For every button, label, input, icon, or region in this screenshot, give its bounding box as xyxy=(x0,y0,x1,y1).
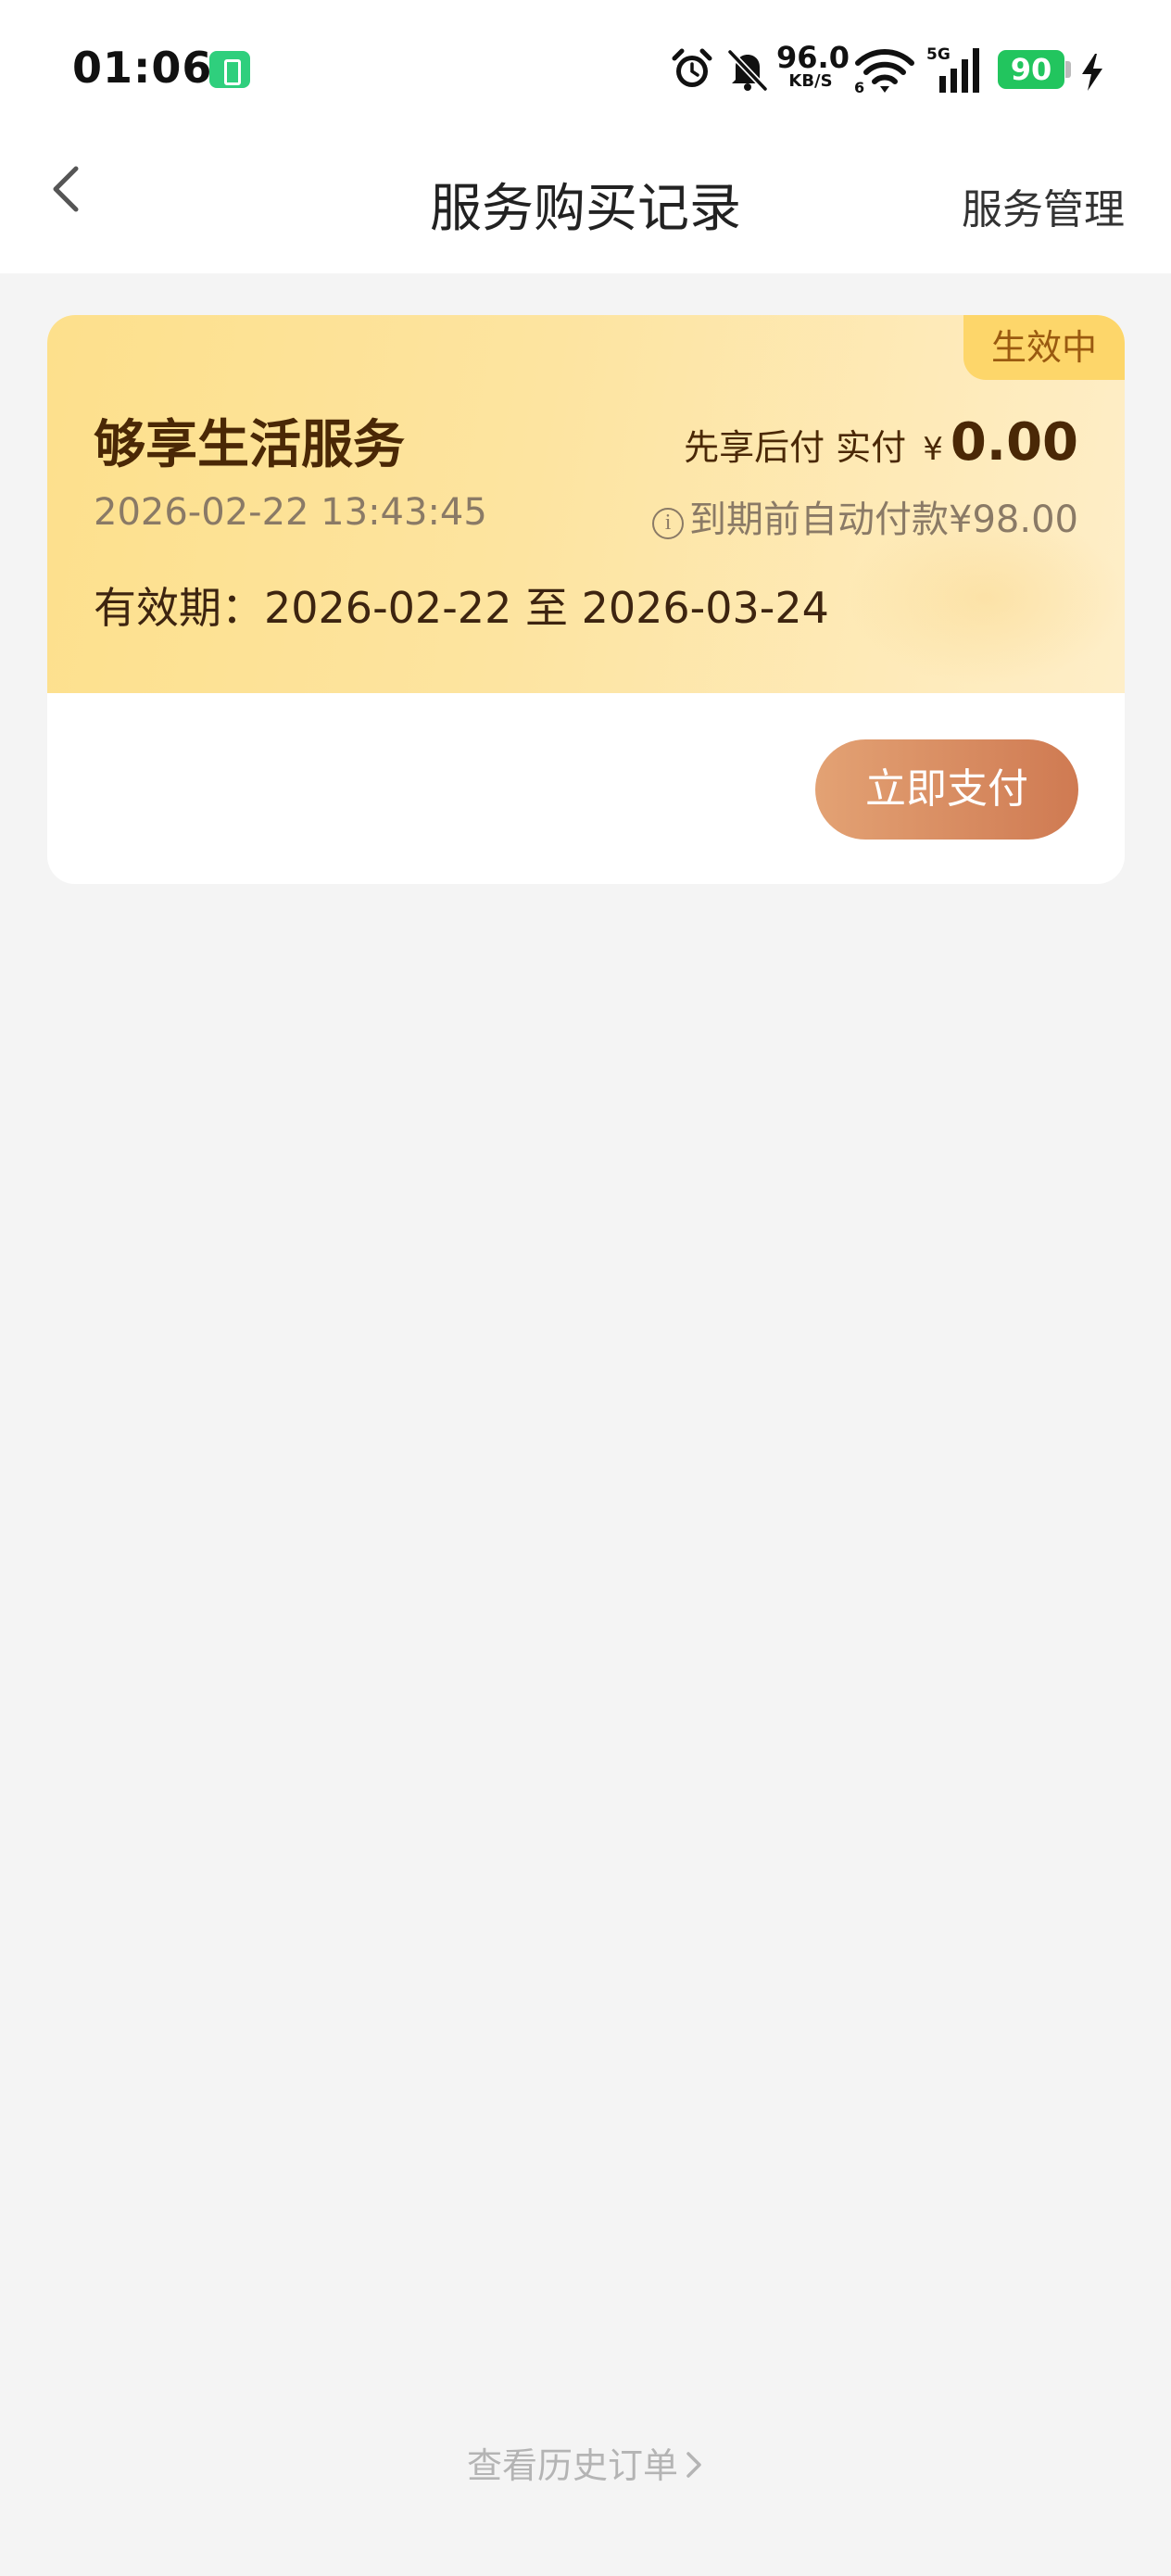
svg-text:6: 6 xyxy=(854,79,864,95)
info-icon: i xyxy=(652,508,685,539)
paid-amount: 0.00 xyxy=(950,412,1078,473)
bell-off-icon xyxy=(727,49,768,92)
network-type: 5G xyxy=(926,45,951,64)
status-bar: 01:06 96.0 KB/S 6 5G 90 xyxy=(0,0,1171,139)
nav-bar: 服务购买记录 服务管理 xyxy=(0,139,1171,273)
signal-icon: 5G xyxy=(926,45,979,93)
price-label: 先享后付 实付 xyxy=(684,427,907,468)
service-name: 够享生活服务 xyxy=(94,415,405,475)
battery-tip xyxy=(1065,61,1071,78)
autopay-note: i 到期前自动付款¥98.00 xyxy=(652,489,1078,543)
service-management-link[interactable]: 服务管理 xyxy=(962,176,1125,235)
validity-period: 有效期：2026-02-22 至 2026-03-24 xyxy=(94,583,829,633)
price-line: 先享后付 实付 ¥0.00 xyxy=(684,412,1078,473)
battery-saver-icon xyxy=(209,51,250,88)
card-header: 生效中 够享生活服务 2026-02-22 13:43:45 先享后付 实付 ¥0… xyxy=(47,315,1125,693)
autopay-text: 到期前自动付款¥98.00 xyxy=(689,499,1078,541)
status-time: 01:06 xyxy=(72,43,213,93)
wifi-icon: 6 xyxy=(854,49,914,95)
status-badge: 生效中 xyxy=(963,315,1125,380)
view-history-orders-link[interactable]: 查看历史订单 xyxy=(0,2437,1171,2488)
chevron-right-icon xyxy=(686,2452,701,2478)
network-speed: 96.0 KB/S xyxy=(776,40,850,91)
charging-icon xyxy=(1082,54,1102,91)
page: 01:06 96.0 KB/S 6 5G 90 服务购买记录 服务管理 生效中 … xyxy=(0,0,1171,2576)
network-speed-unit: KB/S xyxy=(788,71,833,91)
service-order-card[interactable]: 生效中 够享生活服务 2026-02-22 13:43:45 先享后付 实付 ¥0… xyxy=(47,315,1125,884)
order-time: 2026-02-22 13:43:45 xyxy=(94,491,487,534)
pay-now-button[interactable]: 立即支付 xyxy=(815,739,1078,840)
battery-level: 90 xyxy=(998,50,1064,89)
network-speed-value: 96.0 xyxy=(776,40,850,75)
history-link-label: 查看历史订单 xyxy=(466,2445,678,2486)
currency-symbol: ¥ xyxy=(923,431,943,468)
alarm-icon xyxy=(672,48,712,87)
